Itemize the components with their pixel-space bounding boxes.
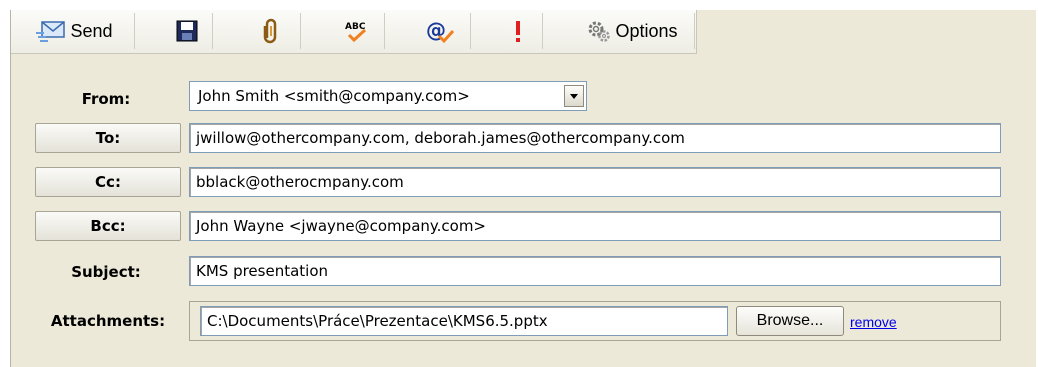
to-button-label: To: [95,129,121,147]
priority-button[interactable] [493,13,543,49]
priority-exclamation-icon [513,19,523,43]
cc-button[interactable]: Cc: [35,167,181,197]
toolbar: Send ABC @ Options [11,10,697,54]
attach-paperclip-icon [262,18,280,44]
from-value: John Smith <smith@company.com> [198,87,470,105]
bcc-field[interactable]: John Wayne <jwayne@company.com> [189,211,1001,241]
remove-link[interactable]: remove [850,314,897,330]
check-address-icon: @ [425,18,455,44]
attach-button[interactable] [241,13,301,49]
from-select[interactable]: John Smith <smith@company.com> [189,81,587,111]
send-button[interactable]: Send [15,13,135,49]
browse-label: Browse... [756,312,824,329]
to-value: jwillow@othercompany.com, deborah.james@… [196,129,685,147]
from-dropdown-button[interactable] [564,85,584,107]
subject-label: Subject: [71,263,141,281]
spellcheck-button[interactable]: ABC [329,13,385,49]
attachments-box: C:\Documents\Práce\Prezentace\KMS6.5.ppt… [189,301,1001,341]
bcc-button-label: Bcc: [90,217,126,235]
cc-value: bblack@otherocmpany.com [196,173,404,191]
spellcheck-abc-icon: ABC [343,18,371,44]
to-button[interactable]: To: [35,123,181,153]
check-address-button[interactable]: @ [409,13,471,49]
bcc-button[interactable]: Bcc: [35,211,181,241]
subject-field[interactable]: KMS presentation [189,256,1001,286]
subject-value: KMS presentation [196,262,329,280]
options-gears-icon [587,19,611,43]
attachment-path-value: C:\Documents\Práce\Prezentace\KMS6.5.ppt… [207,312,548,330]
compose-window: Send ABC @ Options From: John Smith <smi… [10,10,1036,367]
attachment-path-field[interactable]: C:\Documents\Práce\Prezentace\KMS6.5.ppt… [200,306,728,336]
send-label: Send [70,20,113,41]
bcc-value: John Wayne <jwayne@company.com> [196,217,487,235]
save-button[interactable] [161,13,213,49]
attachments-label: Attachments: [50,312,166,330]
cc-field[interactable]: bblack@otherocmpany.com [189,167,1001,197]
chevron-down-icon [569,87,579,105]
cc-button-label: Cc: [95,173,121,191]
send-envelope-icon [36,19,66,43]
options-button[interactable]: Options [571,13,695,49]
to-field[interactable]: jwillow@othercompany.com, deborah.james@… [189,123,1001,153]
from-label: From: [81,90,131,108]
browse-button[interactable]: Browse... [736,306,844,336]
save-disk-icon [176,20,198,42]
options-label: Options [615,20,678,41]
